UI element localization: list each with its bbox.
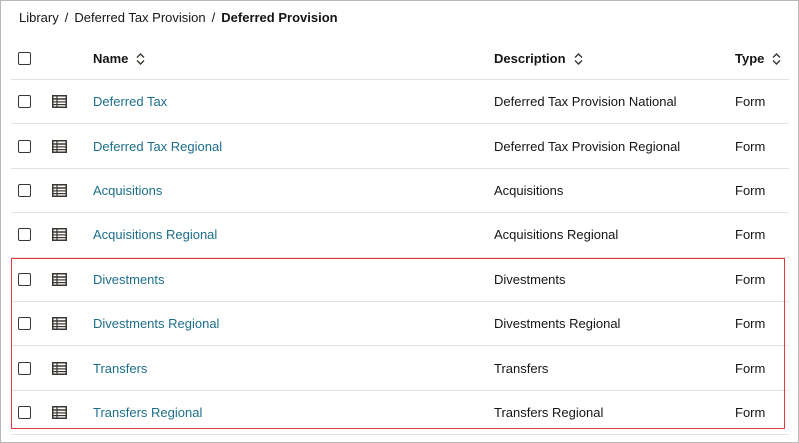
row-checkbox[interactable] [18, 183, 31, 197]
column-header-description[interactable]: Description [494, 38, 583, 79]
row-checkbox-cell [18, 258, 31, 301]
row-name-cell: Acquisitions Regional [93, 213, 217, 256]
row-name-cell: Deferred Tax Regional [93, 124, 222, 167]
row-name-link[interactable]: Deferred Tax Regional [93, 139, 222, 154]
column-header-name[interactable]: Name [93, 38, 145, 79]
row-checkbox-cell [18, 213, 31, 256]
library-panel: Library / Deferred Tax Provision / Deferred … [0, 0, 799, 443]
select-all-checkbox[interactable] [18, 52, 31, 65]
row-type: Form [735, 182, 766, 198]
row-name-cell: Acquisitions [93, 169, 162, 212]
breadcrumb: Library / Deferred Tax Provision / Deferred … [19, 10, 338, 25]
table-row[interactable]: Acquisitions Acquisitions Form [11, 169, 789, 214]
sort-icon[interactable] [574, 52, 583, 65]
row-checkbox-cell [18, 169, 31, 212]
sort-icon[interactable] [772, 52, 781, 65]
row-type: Form [735, 404, 766, 420]
table-icon [52, 80, 67, 123]
row-name-link[interactable]: Divestments Regional [93, 316, 219, 331]
row-checkbox[interactable] [18, 139, 31, 153]
row-description: Transfers Regional [494, 404, 604, 420]
row-description: Deferred Tax Provision Regional [494, 138, 681, 154]
breadcrumb-separator: / [211, 10, 216, 25]
table-icon [52, 391, 67, 434]
table-header-row: Name Description Type [11, 38, 789, 80]
table-icon [52, 124, 67, 167]
row-checkbox[interactable] [18, 95, 31, 109]
row-description: Divestments [494, 271, 566, 287]
row-name-link[interactable]: Deferred Tax [93, 94, 167, 109]
table-row[interactable]: Deferred Tax Regional Deferred Tax Provi… [11, 124, 789, 169]
breadcrumb-separator: / [64, 10, 69, 25]
row-name-cell: Transfers Regional [93, 391, 202, 434]
table-row[interactable]: Divestments Divestments Form [11, 258, 789, 302]
row-description: Transfers [494, 360, 549, 376]
row-type: Form [735, 316, 766, 332]
row-checkbox[interactable] [18, 272, 31, 286]
breadcrumb-current: Deferred Provision [221, 10, 338, 25]
row-type: Form [735, 94, 766, 110]
row-type: Form [735, 271, 766, 287]
row-description: Acquisitions Regional [494, 227, 619, 243]
row-name-link[interactable]: Divestments [93, 272, 165, 287]
table-icon [52, 169, 67, 212]
table-row[interactable]: Deferred Tax Deferred Tax Provision Nati… [11, 80, 789, 125]
row-checkbox-cell [18, 391, 31, 434]
row-type: Form [735, 360, 766, 376]
table-icon [52, 258, 67, 301]
row-checkbox[interactable] [18, 317, 31, 331]
table-row[interactable]: Transfers Transfers Form [11, 346, 789, 391]
breadcrumb-item-library[interactable]: Library [19, 10, 59, 25]
row-name-link[interactable]: Acquisitions Regional [93, 227, 217, 242]
row-checkbox[interactable] [18, 405, 31, 419]
row-name-link[interactable]: Acquisitions [93, 183, 162, 198]
row-name-cell: Deferred Tax [93, 80, 167, 123]
library-table: Name Description Type Deferred Tax Defer… [11, 38, 789, 436]
column-header-type-label: Type [735, 51, 765, 66]
row-checkbox-cell [18, 346, 31, 389]
row-checkbox-cell [18, 124, 31, 167]
breadcrumb-item-deferred-tax-provision[interactable]: Deferred Tax Provision [74, 10, 205, 25]
table-row[interactable]: Divestments Regional Divestments Regiona… [11, 302, 789, 347]
table-icon [52, 213, 67, 256]
table-row[interactable]: Transfers Regional Transfers Regional Fo… [11, 391, 789, 436]
table-row[interactable]: Acquisitions Regional Acquisitions Regio… [11, 213, 789, 258]
row-type: Form [735, 138, 766, 154]
row-name-link[interactable]: Transfers [93, 361, 147, 376]
row-checkbox-cell [18, 80, 31, 123]
row-name-cell: Divestments [93, 258, 165, 301]
row-name-link[interactable]: Transfers Regional [93, 405, 202, 420]
row-checkbox-cell [18, 302, 31, 345]
row-description: Acquisitions [494, 182, 564, 198]
table-icon [52, 302, 67, 345]
row-checkbox[interactable] [18, 361, 31, 375]
row-name-cell: Divestments Regional [93, 302, 219, 345]
row-description: Deferred Tax Provision National [494, 94, 677, 110]
row-name-cell: Transfers [93, 346, 147, 389]
row-description: Divestments Regional [494, 316, 621, 332]
row-checkbox[interactable] [18, 228, 31, 242]
column-header-name-label: Name [93, 51, 129, 66]
column-header-type[interactable]: Type [735, 38, 781, 79]
select-all-cell [18, 38, 31, 79]
row-type: Form [735, 227, 766, 243]
column-header-description-label: Description [494, 51, 566, 66]
sort-icon[interactable] [136, 52, 145, 65]
table-icon [52, 346, 67, 389]
